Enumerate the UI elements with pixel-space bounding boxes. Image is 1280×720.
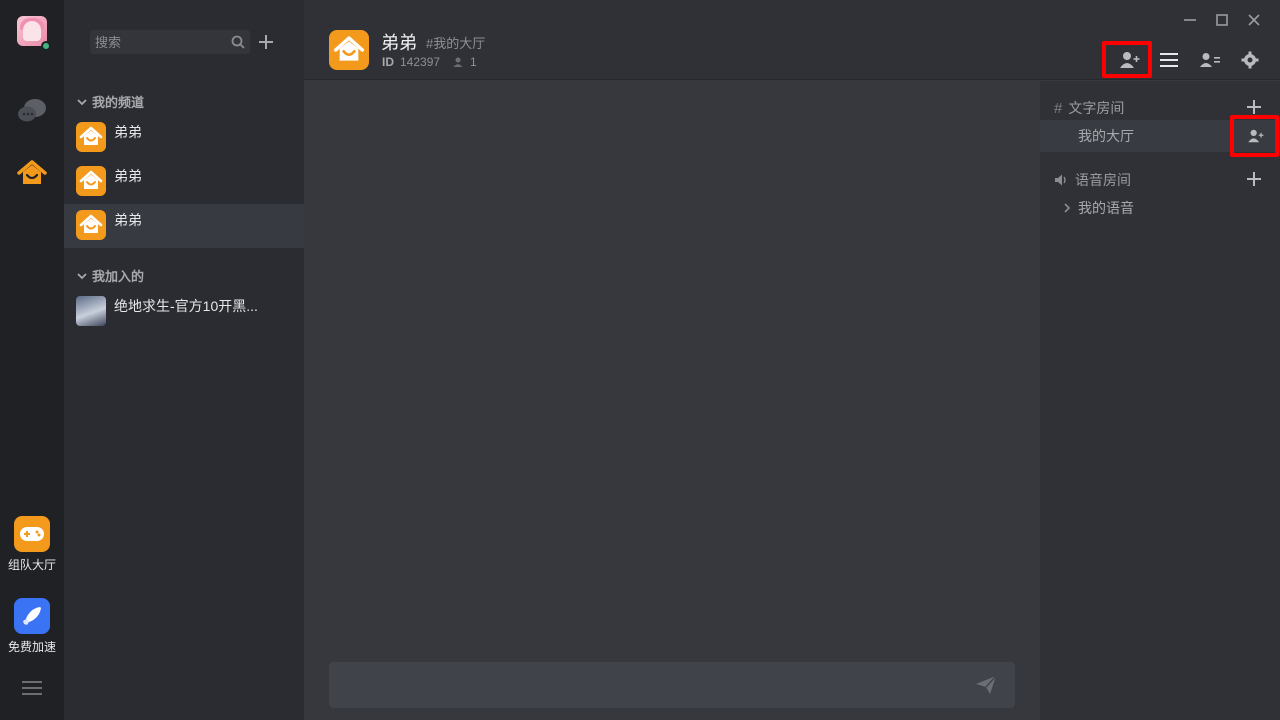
channel-name: 绝地求生-官方10开黑... <box>114 298 258 314</box>
house-logo-icon <box>76 166 106 196</box>
chat-bubbles-icon[interactable] <box>16 96 48 126</box>
channel-title: 弟弟 <box>381 33 417 53</box>
channel-name: 弟弟 <box>114 212 142 228</box>
highlight-box <box>1102 41 1152 78</box>
voice-rooms-section: 语音房间 <box>1054 170 1131 190</box>
maximize-icon[interactable] <box>1212 10 1232 30</box>
message-area <box>304 81 1040 720</box>
channel-list-panel: 我的频道 弟弟 弟弟 弟弟 我加入的 绝地求生-官方10开黑... <box>64 0 304 720</box>
app-rail: 组队大厅 免费加速 <box>0 0 64 720</box>
gamepad-icon <box>14 516 50 552</box>
text-rooms-label: 文字房间 <box>1068 100 1125 116</box>
section-my-channels[interactable]: 我的频道 <box>76 92 144 111</box>
chevron-right-icon <box>1064 203 1071 213</box>
minimize-icon[interactable] <box>1180 10 1200 30</box>
free-boost-label: 免费加速 <box>7 640 56 654</box>
rocket-icon <box>14 598 50 634</box>
search-box[interactable] <box>90 30 250 54</box>
list-icon <box>1160 53 1178 67</box>
speaker-icon <box>1055 174 1066 186</box>
channel-name: 弟弟 <box>114 168 142 184</box>
hamburger-menu-icon[interactable] <box>22 681 42 695</box>
gear-icon <box>1241 51 1259 69</box>
id-value: 142397 <box>400 55 441 69</box>
game-avatar <box>76 296 106 326</box>
add-text-room-icon[interactable] <box>1244 97 1264 117</box>
section-joined[interactable]: 我加入的 <box>76 266 144 285</box>
voice-room-item[interactable]: 我的语音 <box>1040 192 1280 224</box>
free-boost-app[interactable]: 免费加速 <box>0 598 64 655</box>
channel-item[interactable]: 弟弟 <box>64 160 304 204</box>
current-room-tag: #我的大厅 <box>426 36 486 51</box>
id-label: ID <box>382 55 394 69</box>
hash-icon: # <box>1054 99 1063 117</box>
add-channel-icon[interactable] <box>254 30 278 54</box>
channel-item-active[interactable]: 弟弟 <box>64 204 304 248</box>
text-room-name: 我的大厅 <box>1078 128 1134 144</box>
channel-id-line: ID 142397 1 <box>382 55 477 69</box>
team-lobby-app[interactable]: 组队大厅 <box>0 516 64 573</box>
add-voice-room-icon[interactable] <box>1244 169 1264 189</box>
voice-room-name: 我的语音 <box>1078 200 1134 216</box>
chevron-down-icon <box>77 98 87 105</box>
channel-item[interactable]: 弟弟 <box>64 116 304 160</box>
search-icon[interactable] <box>230 34 246 50</box>
team-lobby-label: 组队大厅 <box>7 558 56 572</box>
close-icon[interactable] <box>1244 10 1264 30</box>
member-list-button[interactable] <box>1196 46 1224 74</box>
member-icon <box>453 57 463 67</box>
message-input[interactable] <box>329 662 949 708</box>
highlight-box <box>1230 115 1279 157</box>
house-logo-icon <box>76 210 106 240</box>
member-count: 1 <box>470 55 477 69</box>
send-icon[interactable] <box>975 675 997 695</box>
channel-item[interactable]: 绝地求生-官方10开黑... <box>64 290 304 334</box>
search-input[interactable] <box>90 30 230 54</box>
message-composer[interactable] <box>329 662 1015 708</box>
house-logo-icon <box>76 122 106 152</box>
member-list-icon <box>1200 53 1220 67</box>
settings-button[interactable] <box>1236 46 1264 74</box>
chevron-down-icon <box>77 272 87 279</box>
rooms-panel: # 文字房间 我的大厅 语音房间 我的语音 <box>1040 81 1280 720</box>
channel-name: 弟弟 <box>114 124 142 140</box>
room-list-button[interactable] <box>1155 46 1183 74</box>
section-my-channels-label: 我的频道 <box>92 95 145 110</box>
voice-rooms-label: 语音房间 <box>1075 172 1131 188</box>
home-channel-icon[interactable] <box>16 158 48 188</box>
online-status-dot <box>41 41 51 51</box>
channel-logo-icon <box>329 30 369 70</box>
text-rooms-section: # 文字房间 <box>1054 98 1124 118</box>
section-joined-label: 我加入的 <box>92 269 145 284</box>
channel-header: 弟弟 #我的大厅 ID 142397 1 <box>304 0 1280 80</box>
